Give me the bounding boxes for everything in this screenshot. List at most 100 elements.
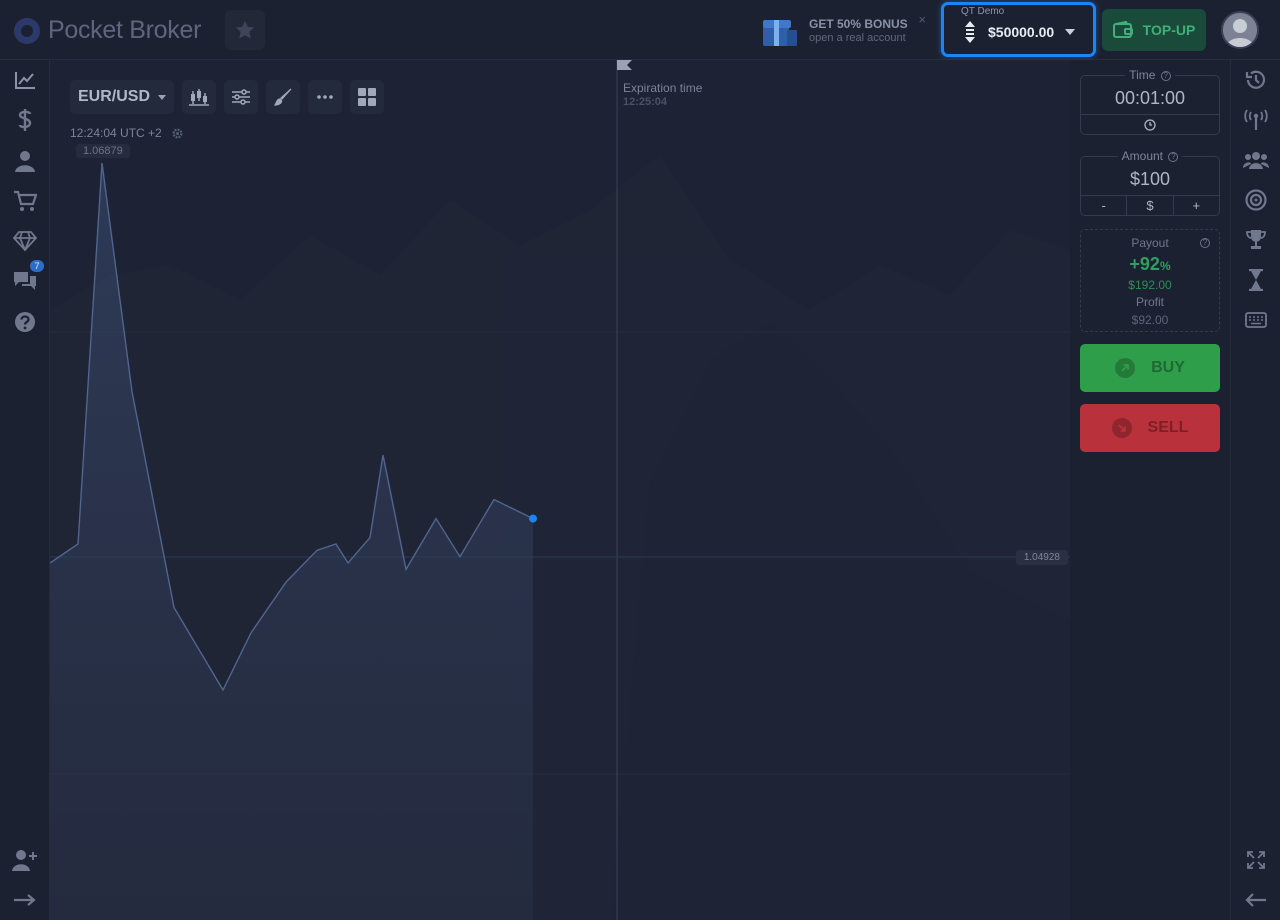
clock-icon (1144, 118, 1156, 131)
time-value[interactable]: 00:01:00 (1081, 88, 1219, 109)
payout-box: Payout ? +92% $192.00 Profit $92.00 (1080, 229, 1220, 332)
chevron-down-icon (158, 94, 166, 100)
chart-type-button[interactable] (182, 80, 216, 114)
dollar-icon (18, 109, 32, 131)
sliders-icon (232, 89, 250, 105)
bonus-subtitle: open a real account (809, 31, 906, 44)
brand-name: Pocket Broker (48, 16, 202, 44)
current-price-label: 1.04928 (1015, 550, 1068, 565)
sidebar-item-invite[interactable] (10, 845, 40, 875)
gear-icon[interactable] (172, 127, 183, 139)
fullscreen-button[interactable] (1243, 847, 1269, 873)
buy-button[interactable]: BUY (1080, 344, 1220, 392)
chart-toolbar: EUR/USD (70, 80, 384, 114)
hotkeys-button[interactable] (1243, 307, 1269, 333)
account-selector[interactable]: QT Demo $50000.00 (941, 2, 1096, 57)
bonus-banner[interactable]: GET 50% BONUS open a real account × (760, 10, 932, 50)
hourglass-icon (1249, 269, 1263, 291)
logo[interactable]: Pocket Broker (14, 16, 201, 45)
chat-badge: 7 (30, 260, 44, 272)
trade-panel: Time ? 00:01:00 Amount ? $100 - $ + Payo… (1070, 60, 1230, 920)
sort-arrows-icon (965, 21, 975, 43)
amount-controls: - $ + (1081, 195, 1219, 215)
social-trading-button[interactable] (1243, 147, 1269, 173)
percent-sign: % (1159, 259, 1171, 273)
favorite-button[interactable] (225, 10, 265, 50)
more-icon (317, 95, 333, 99)
arrow-up-right-icon (1115, 358, 1136, 378)
brush-icon (274, 88, 292, 106)
history-icon (1245, 70, 1266, 89)
star-icon (235, 20, 255, 39)
amount-field[interactable]: Amount ? $100 - $ + (1080, 149, 1220, 216)
expiration-value: 12:25:04 (623, 96, 668, 108)
sidebar-item-chat[interactable]: 7 (10, 260, 44, 296)
bonus-title: GET 50% BONUS (809, 16, 908, 31)
currency-toggle-button[interactable]: $ (1126, 196, 1172, 215)
max-price-label: 1.06879 (76, 144, 130, 158)
target-icon (1245, 189, 1267, 211)
time-picker-button[interactable] (1081, 114, 1219, 134)
user-avatar-icon (1223, 13, 1257, 47)
signals-button[interactable] (1243, 107, 1269, 133)
help-icon[interactable]: ? (1200, 238, 1210, 248)
help-icon[interactable]: ? (1168, 152, 1179, 162)
asset-selector[interactable]: EUR/USD (70, 80, 174, 114)
amount-decrease-button[interactable]: - (1081, 196, 1126, 215)
sidebar-item-finance[interactable] (10, 105, 40, 135)
sidebar-item-logout[interactable] (10, 885, 40, 915)
layout-button[interactable] (350, 80, 384, 114)
sidebar-item-achievements[interactable] (10, 226, 40, 256)
sidebar-item-market[interactable] (10, 186, 40, 216)
arrow-left-icon (1245, 893, 1266, 907)
sidebar-item-profile[interactable] (10, 146, 40, 176)
close-icon[interactable]: × (918, 12, 926, 27)
amount-value[interactable]: $100 (1081, 169, 1219, 190)
diamond-icon (13, 231, 37, 251)
time-field[interactable]: Time ? 00:01:00 (1080, 68, 1220, 135)
time-label: Time (1129, 68, 1156, 82)
gift-icon (763, 20, 797, 46)
payout-amount: $192.00 (1128, 278, 1172, 292)
users-icon (1243, 152, 1269, 169)
sidebar-item-trading[interactable] (10, 65, 40, 95)
help-icon (15, 312, 35, 332)
candles-icon (189, 89, 209, 106)
profit-label: Profit (1135, 295, 1164, 309)
collapse-panel-button[interactable] (1243, 887, 1269, 913)
indicators-button[interactable] (224, 80, 258, 114)
sell-label: SELL (1147, 419, 1189, 436)
left-sidebar: 7 (0, 60, 50, 920)
price-chart[interactable] (50, 60, 1070, 920)
drawing-tools-button[interactable] (266, 80, 300, 114)
help-icon[interactable]: ? (1160, 71, 1171, 81)
expiration-label: Expiration time (623, 81, 703, 95)
right-sidebar (1230, 60, 1280, 920)
payout-label: Payout (1131, 236, 1169, 250)
top-up-label: TOP-UP (1142, 22, 1196, 38)
top-up-button[interactable]: TOP-UP (1102, 9, 1206, 51)
chevron-down-icon (1065, 29, 1075, 35)
sell-button[interactable]: SELL (1080, 404, 1220, 452)
account-type-label: QT Demo (961, 6, 1005, 17)
profit-amount: $92.00 (1131, 313, 1169, 327)
buy-label: BUY (1151, 359, 1185, 376)
pending-trades-button[interactable] (1243, 267, 1269, 293)
trade-history-button[interactable] (1243, 67, 1269, 93)
more-options-button[interactable] (308, 80, 342, 114)
amount-label: Amount (1121, 149, 1163, 163)
top-bar: Pocket Broker GET 50% BONUS open a real … (0, 0, 1280, 60)
asset-pair-label: EUR/USD (77, 88, 150, 105)
trophy-icon (1246, 230, 1266, 249)
chart-area[interactable]: EUR/USD 12:24:04 UTC +2 1.06879 Expirati… (50, 60, 1070, 920)
achievements-button[interactable] (1243, 227, 1269, 253)
account-balance: $50000.00 (988, 24, 1055, 40)
avatar[interactable] (1221, 11, 1259, 49)
user-icon (15, 151, 35, 172)
logo-icon (14, 17, 40, 44)
amount-increase-button[interactable]: + (1172, 196, 1219, 215)
chart-icon (15, 72, 35, 89)
sidebar-item-help[interactable] (10, 307, 40, 337)
tournaments-button[interactable] (1243, 187, 1269, 213)
arrow-down-right-icon (1111, 418, 1132, 438)
